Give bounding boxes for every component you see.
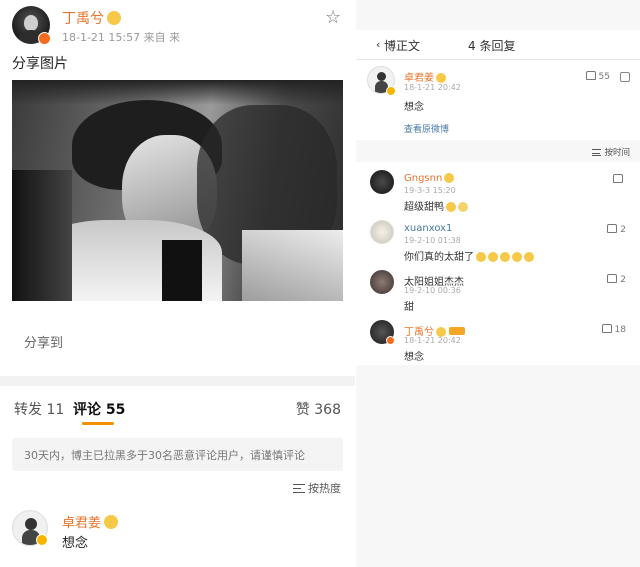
- like-button[interactable]: 2: [607, 224, 626, 235]
- avatar-head: [377, 72, 386, 81]
- commenter-name-text: 卓君姜: [62, 516, 102, 531]
- view-original-link[interactable]: 查看原微博: [404, 122, 449, 135]
- verified-badge-icon: [386, 86, 396, 96]
- emoji-icon: [524, 252, 534, 262]
- reply-text: 你们真的太甜了: [404, 248, 534, 263]
- main-comment-text: 想念: [404, 102, 424, 113]
- like-button[interactable]: 55: [585, 71, 610, 82]
- active-tab-indicator: [82, 422, 114, 425]
- reply-name[interactable]: xuanxox1: [404, 223, 452, 234]
- list-item: 丁禹兮 18-1-21 20:42 想念 18: [356, 316, 640, 366]
- avatar-head: [25, 518, 37, 530]
- thumb-up-icon: [607, 274, 618, 283]
- reply-text-content: 超级甜鸭: [404, 202, 444, 213]
- reply-avatar[interactable]: [370, 270, 394, 294]
- list-item: 太阳姐姐杰杰 19-2-10 00:36 甜 2: [356, 266, 640, 316]
- like-count: 2: [620, 225, 626, 235]
- comment-text: 想念: [62, 536, 89, 551]
- main-comment-name[interactable]: 卓君姜: [404, 69, 446, 84]
- tab-reposts[interactable]: 转发 11: [14, 399, 64, 419]
- thumb-up-icon: [601, 324, 612, 333]
- star-icon[interactable]: ☆: [325, 7, 341, 28]
- vip-emoji-icon: [107, 11, 121, 25]
- commenter-name[interactable]: 卓君姜: [62, 512, 119, 531]
- post-photo[interactable]: [12, 80, 343, 301]
- post-detail-panel: 丁禹兮 18-1-21 15:57 来自 来 ☆ 分享图片 分享到 转发 11 …: [0, 0, 355, 567]
- reply-time: 19-2-10 01:38: [404, 236, 461, 245]
- post-time: 18-1-21 15:57: [62, 31, 141, 44]
- reply-time: 18-1-21 20:42: [404, 336, 461, 345]
- tab-likes-count: 368: [314, 402, 341, 418]
- list-item: xuanxox1 19-2-10 01:38 你们真的太甜了 2: [356, 216, 640, 266]
- reply-name[interactable]: Gngsnn: [404, 173, 455, 184]
- like-count: 18: [614, 325, 626, 335]
- emoji-icon: [488, 252, 498, 262]
- author-name-text: 丁禹兮: [62, 11, 104, 27]
- sort-by-hot-button[interactable]: 按热度: [293, 480, 341, 496]
- main-comment-time: 18-1-21 20:42: [404, 83, 461, 92]
- thumb-up-icon: [607, 224, 618, 233]
- sort-by-time-button[interactable]: 按时间: [592, 146, 630, 158]
- emoji-icon: [476, 252, 486, 262]
- tab-likes-label: 赞: [295, 402, 310, 418]
- verified-badge-icon: [386, 336, 395, 345]
- tab-comments-label: 评论: [73, 402, 101, 418]
- tab-likes[interactable]: 赞 368: [296, 399, 341, 419]
- reply-text: 超级甜鸭: [404, 198, 468, 213]
- reply-sort-bar: 按时间: [356, 140, 640, 162]
- vip-level-icon: [449, 327, 465, 335]
- emoji-icon: [500, 252, 510, 262]
- reply-thread-panel: ‹ 博正文 4 条回复 卓君姜 18-1-21 20:42 想念 55 查看原微…: [356, 0, 640, 567]
- vip-emoji-icon: [104, 515, 119, 529]
- more-options-icon[interactable]: [620, 72, 630, 82]
- post-header: 丁禹兮 18-1-21 15:57 来自 来 ☆: [0, 0, 355, 50]
- vip-emoji-icon: [444, 173, 455, 183]
- vip-emoji-icon: [436, 73, 446, 83]
- like-button[interactable]: [613, 174, 626, 185]
- hand-emoji-icon: [458, 202, 468, 212]
- post-tabs: 转发 11 评论 55 赞 368: [0, 386, 355, 430]
- reply-text: 甜: [404, 302, 414, 313]
- reply-avatar[interactable]: [370, 220, 394, 244]
- sort-label: 按时间: [604, 148, 630, 158]
- reply-text-content: 你们真的太甜了: [404, 252, 474, 263]
- avatar-face: [24, 15, 38, 31]
- thumb-up-icon: [613, 174, 623, 183]
- tab-comments[interactable]: 评论 55: [73, 399, 125, 419]
- list-item: Gngsnn 19-3-3 15:20 超级甜鸭: [356, 166, 640, 216]
- reply-time: 19-2-10 00:36: [404, 286, 461, 295]
- reply-name-text: Gngsnn: [404, 173, 443, 184]
- post-source: 来自 来: [143, 31, 181, 44]
- reply-time: 19-3-3 15:20: [404, 186, 456, 195]
- back-icon[interactable]: ‹: [376, 38, 380, 51]
- verified-badge-icon: [36, 534, 48, 546]
- section-divider: [0, 376, 355, 386]
- header-title[interactable]: 博正文: [384, 37, 420, 54]
- emoji-icon: [446, 202, 456, 212]
- like-button[interactable]: 18: [601, 324, 626, 335]
- post-text: 分享图片: [12, 56, 68, 72]
- sort-icon: [592, 149, 602, 156]
- tab-reposts-count: 11: [46, 402, 65, 418]
- reply-text: 想念: [404, 352, 424, 363]
- like-count: 2: [620, 275, 626, 285]
- sort-label: 按热度: [308, 482, 341, 495]
- reply-avatar[interactable]: [370, 170, 394, 194]
- reply-header: ‹ 博正文 4 条回复: [356, 30, 640, 60]
- tab-reposts-label: 转发: [14, 402, 42, 418]
- author-name[interactable]: 丁禹兮: [62, 8, 121, 28]
- thumb-up-icon: [585, 71, 596, 80]
- reply-list: Gngsnn 19-3-3 15:20 超级甜鸭 xuanxox1 19-2-1…: [356, 162, 640, 365]
- post-meta: 18-1-21 15:57 来自 来: [62, 29, 180, 45]
- reply-count: 4 条回复: [468, 39, 516, 53]
- share-to-label[interactable]: 分享到: [24, 332, 63, 351]
- tab-comments-count: 55: [105, 402, 126, 418]
- like-button[interactable]: 2: [607, 274, 626, 285]
- comment-notice: 30天内，博主已拉黑多于30名恶意评论用户，请谨慎评论: [12, 438, 343, 471]
- emoji-icon: [512, 252, 522, 262]
- main-comment: 卓君姜 18-1-21 20:42 想念 55 查看原微博: [356, 60, 640, 140]
- verified-badge-icon: [38, 32, 51, 45]
- sort-icon: [293, 484, 305, 493]
- like-count: 55: [598, 72, 610, 82]
